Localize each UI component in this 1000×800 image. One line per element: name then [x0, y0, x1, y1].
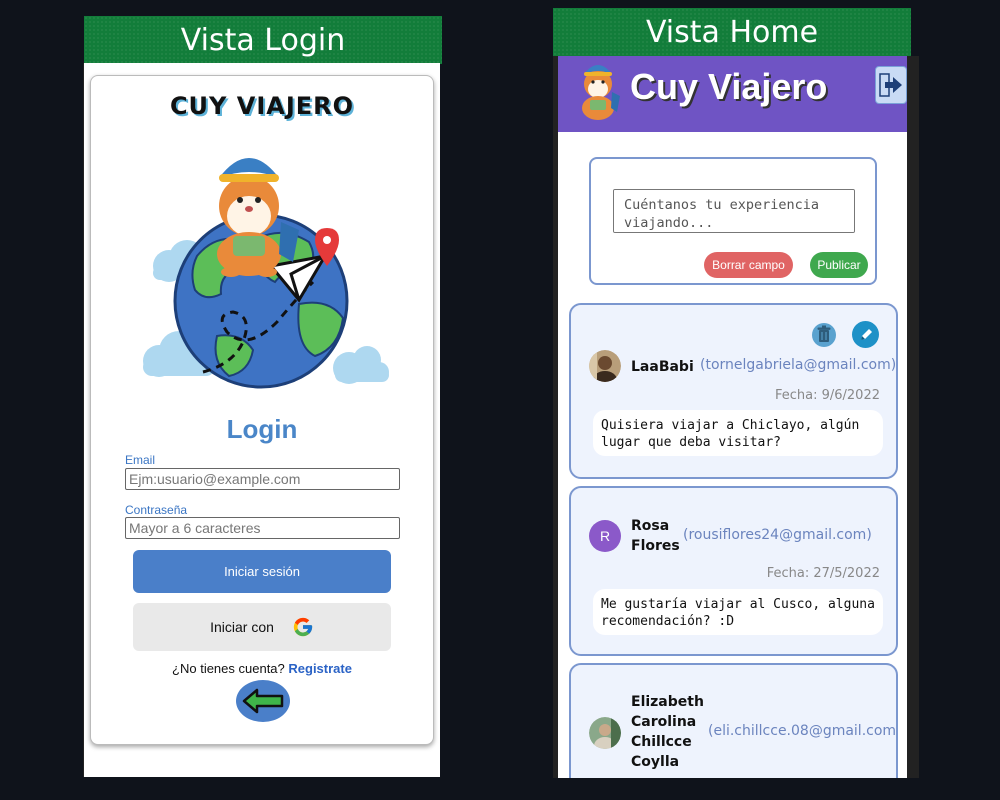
home-view-banner: Vista Home: [553, 8, 911, 56]
register-prompt: ¿No tienes cuenta? Registrate: [91, 661, 433, 676]
avatar: [589, 350, 621, 382]
post-date: Fecha: 9/6/2022: [774, 388, 880, 403]
post-composer: Borrar campo Publicar: [589, 157, 877, 285]
google-login-label: Iniciar con: [210, 619, 274, 635]
back-button[interactable]: [236, 680, 290, 722]
post-card: LaaBabi (tornelgabriela@gmail.com) Fecha…: [569, 303, 898, 479]
register-prompt-text: ¿No tienes cuenta?: [172, 661, 285, 676]
home-header: Cuy Viajero: [558, 56, 907, 132]
google-login-button[interactable]: Iniciar con: [133, 603, 391, 651]
delete-post-button[interactable]: [810, 321, 837, 348]
login-view-banner: Vista Login: [84, 16, 442, 64]
trash-icon: [811, 322, 836, 347]
publish-button[interactable]: Publicar: [810, 252, 868, 278]
home-title: Cuy Viajero: [630, 66, 828, 107]
guinea-pig-traveler-illustration: [143, 158, 389, 389]
google-icon: [293, 617, 313, 637]
arrow-left-icon: [242, 688, 284, 714]
logout-icon: [879, 73, 902, 97]
app-title: CUY VIAJERO: [169, 92, 355, 120]
post-card: R Rosa Flores (rousiflores24@gmail.com) …: [569, 486, 898, 656]
login-view: CUY VIAJERO Login Email Ejm:usuario@exam…: [83, 63, 440, 777]
password-field[interactable]: [125, 517, 400, 539]
home-view: Cuy Viajero Borrar campo Publicar: [553, 56, 919, 778]
edit-post-button[interactable]: [852, 321, 879, 348]
edit-icon: [860, 328, 872, 340]
logout-button[interactable]: [875, 66, 907, 104]
register-link[interactable]: Registrate: [288, 661, 352, 676]
avatar: R: [589, 520, 621, 552]
post-text: Quisiera viajar a Chiclayo, algún lugar …: [593, 410, 883, 456]
post-author-email: (eli.chillcce.08@gmail.com): [708, 723, 898, 739]
login-heading: Login: [226, 414, 298, 444]
login-button[interactable]: Iniciar sesión: [133, 550, 391, 593]
post-card: Elizabeth Carolina Chillcce Coylla (eli.…: [569, 663, 898, 778]
login-card: CUY VIAJERO Login Email Ejm:usuario@exam…: [90, 75, 434, 745]
post-author: LaaBabi: [631, 359, 694, 375]
post-author: Rosa Flores: [631, 518, 680, 554]
password-label: Contraseña: [125, 503, 188, 517]
guinea-pig-logo-icon: [582, 65, 620, 120]
post-author-email: (rousiflores24@gmail.com): [683, 527, 872, 543]
post-input[interactable]: [613, 189, 855, 233]
clear-field-button[interactable]: Borrar campo: [704, 252, 793, 278]
post-date: Fecha: 27/5/2022: [766, 566, 880, 581]
post-author-email: (tornelgabriela@gmail.com): [700, 357, 897, 373]
avatar: [589, 717, 621, 749]
post-text: Me gustaría viajar al Cusco, alguna reco…: [593, 589, 883, 635]
email-label: Email: [125, 453, 156, 467]
email-field[interactable]: [125, 468, 400, 490]
post-author: Elizabeth Carolina Chillcce Coylla: [631, 694, 704, 770]
